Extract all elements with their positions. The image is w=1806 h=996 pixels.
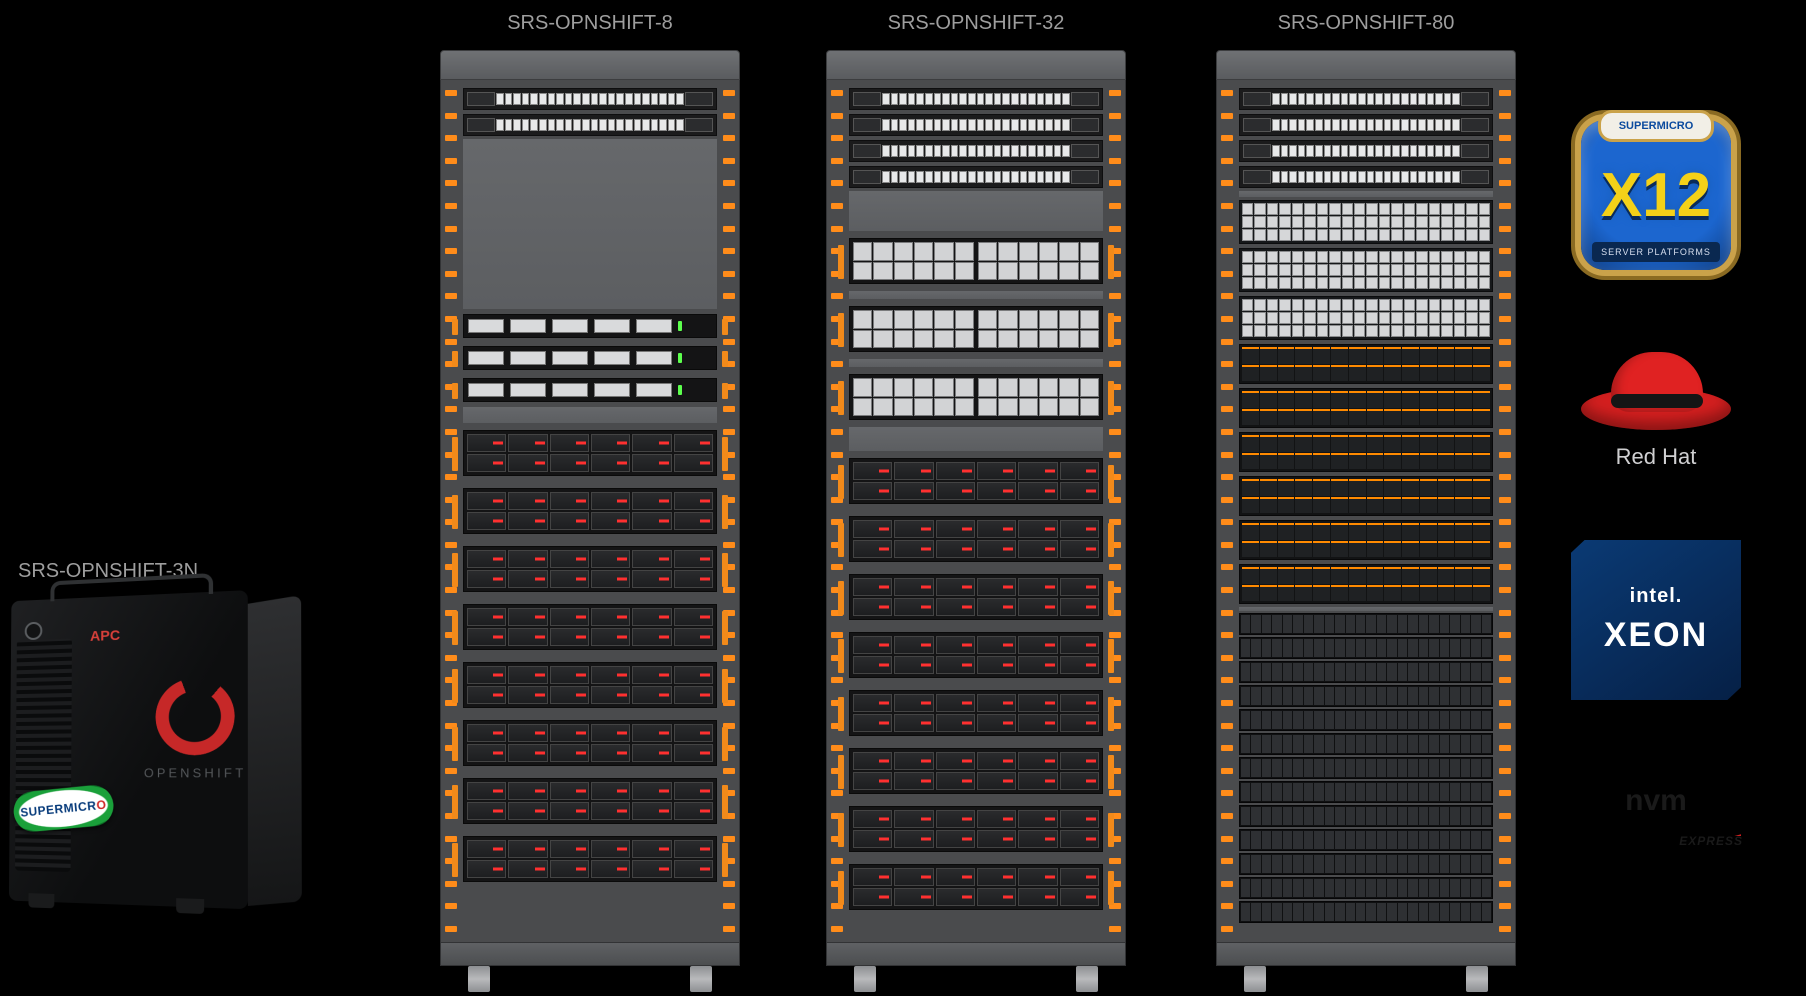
worker-node bbox=[849, 516, 1103, 562]
compute-blade bbox=[1239, 685, 1493, 707]
blank-panel bbox=[849, 190, 1103, 232]
compute-blade bbox=[1239, 901, 1493, 923]
supermicro-x12-badge: SUPERMICRO X12 SERVER PLATFORMS bbox=[1581, 120, 1731, 270]
worker-node bbox=[849, 748, 1103, 794]
network-switch bbox=[849, 166, 1103, 188]
rack-b-body bbox=[826, 80, 1126, 942]
worker-node bbox=[463, 720, 717, 766]
supermicro-pill: SUPERMICRO bbox=[1598, 110, 1714, 142]
network-switch bbox=[849, 114, 1103, 136]
worker-node bbox=[463, 546, 717, 592]
redhat-logo: Red Hat bbox=[1561, 340, 1751, 470]
blank-panel bbox=[463, 138, 717, 310]
compute-blade bbox=[1239, 805, 1493, 827]
compute-blade bbox=[1239, 757, 1493, 779]
compute-blade bbox=[1239, 613, 1493, 635]
x12-subtitle: SERVER PLATFORMS bbox=[1592, 242, 1720, 262]
intel-text: intel. bbox=[1630, 585, 1683, 608]
compute-blade bbox=[1239, 877, 1493, 899]
worker-node bbox=[463, 430, 717, 476]
worker-node bbox=[849, 806, 1103, 852]
express-text: EXPRESS bbox=[1679, 834, 1743, 848]
rack-c-body bbox=[1216, 80, 1516, 942]
rack-a bbox=[440, 50, 740, 964]
worker-node bbox=[849, 632, 1103, 678]
nvme-storage bbox=[1239, 476, 1493, 516]
redhat-text: Red Hat bbox=[1616, 444, 1697, 470]
worker-node bbox=[849, 864, 1103, 910]
nvme-storage bbox=[1239, 520, 1493, 560]
rack-c bbox=[1216, 50, 1516, 964]
blank-panel bbox=[463, 406, 717, 424]
dense-storage bbox=[1239, 248, 1493, 292]
storage-twin-node bbox=[849, 238, 1103, 284]
partner-logos: SUPERMICRO X12 SERVER PLATFORMS Red Hat … bbox=[1546, 120, 1766, 850]
compute-blade bbox=[1239, 661, 1493, 683]
network-switch bbox=[463, 88, 717, 110]
worker-node bbox=[849, 458, 1103, 504]
label-rack-a: SRS-OPNSHIFT-8 bbox=[460, 12, 720, 35]
redhat-hat-icon bbox=[1581, 340, 1731, 430]
blank-panel bbox=[1239, 606, 1493, 612]
network-switch bbox=[1239, 88, 1493, 110]
control-node bbox=[463, 314, 717, 338]
network-switch bbox=[849, 140, 1103, 162]
blank-panel bbox=[849, 426, 1103, 452]
dense-storage bbox=[1239, 296, 1493, 340]
rack-a-body bbox=[440, 80, 740, 942]
apc-logo: APC bbox=[90, 627, 120, 644]
nvm-text: nvm bbox=[1625, 784, 1687, 818]
worker-node bbox=[849, 690, 1103, 736]
nvme-storage bbox=[1239, 564, 1493, 604]
control-node bbox=[463, 378, 717, 402]
network-switch bbox=[849, 88, 1103, 110]
power-button-icon bbox=[25, 622, 43, 641]
nvme-storage bbox=[1239, 344, 1493, 384]
control-node bbox=[463, 346, 717, 370]
network-switch bbox=[1239, 166, 1493, 188]
storage-twin-node bbox=[849, 374, 1103, 420]
nvme-storage bbox=[1239, 432, 1493, 472]
compute-blade bbox=[1239, 853, 1493, 875]
worker-node bbox=[463, 488, 717, 534]
worker-node bbox=[463, 604, 717, 650]
label-rack-c: SRS-OPNSHIFT-80 bbox=[1236, 12, 1496, 35]
xeon-text: XEON bbox=[1604, 616, 1708, 655]
dense-storage bbox=[1239, 200, 1493, 244]
compute-blade bbox=[1239, 709, 1493, 731]
blank-panel bbox=[849, 358, 1103, 368]
worker-node bbox=[463, 836, 717, 882]
compute-blade bbox=[1239, 781, 1493, 803]
intel-xeon-badge: intel. XEON bbox=[1571, 540, 1741, 700]
network-switch bbox=[1239, 114, 1493, 136]
blank-panel bbox=[1239, 190, 1493, 198]
label-rack-b: SRS-OPNSHIFT-32 bbox=[846, 12, 1106, 35]
nvme-logo: nvm EXPRESS bbox=[1561, 770, 1751, 850]
x12-text: X12 bbox=[1601, 160, 1711, 231]
compute-blade bbox=[1239, 829, 1493, 851]
storage-twin-node bbox=[849, 306, 1103, 352]
network-switch bbox=[463, 114, 717, 136]
rack-b bbox=[826, 50, 1126, 964]
worker-node bbox=[849, 574, 1103, 620]
worker-node bbox=[463, 662, 717, 708]
minirack: APC OPENSHIFT SUPERMICRO bbox=[9, 587, 316, 956]
network-switch bbox=[1239, 140, 1493, 162]
openshift-logo: OPENSHIFT bbox=[126, 659, 266, 798]
compute-blade bbox=[1239, 637, 1493, 659]
compute-blade bbox=[1239, 733, 1493, 755]
blank-panel bbox=[849, 290, 1103, 300]
nvme-storage bbox=[1239, 388, 1493, 428]
worker-node bbox=[463, 778, 717, 824]
